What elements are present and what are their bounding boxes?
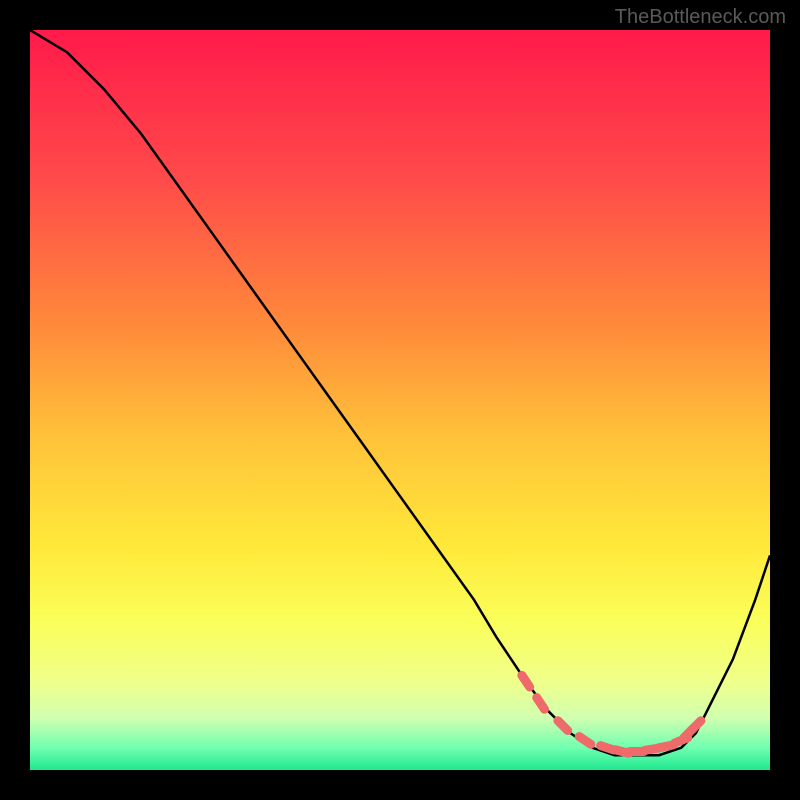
markers-layer	[30, 30, 770, 770]
plot-area	[30, 30, 770, 770]
marker-dots	[522, 675, 701, 753]
watermark-text: TheBottleneck.com	[615, 6, 786, 29]
